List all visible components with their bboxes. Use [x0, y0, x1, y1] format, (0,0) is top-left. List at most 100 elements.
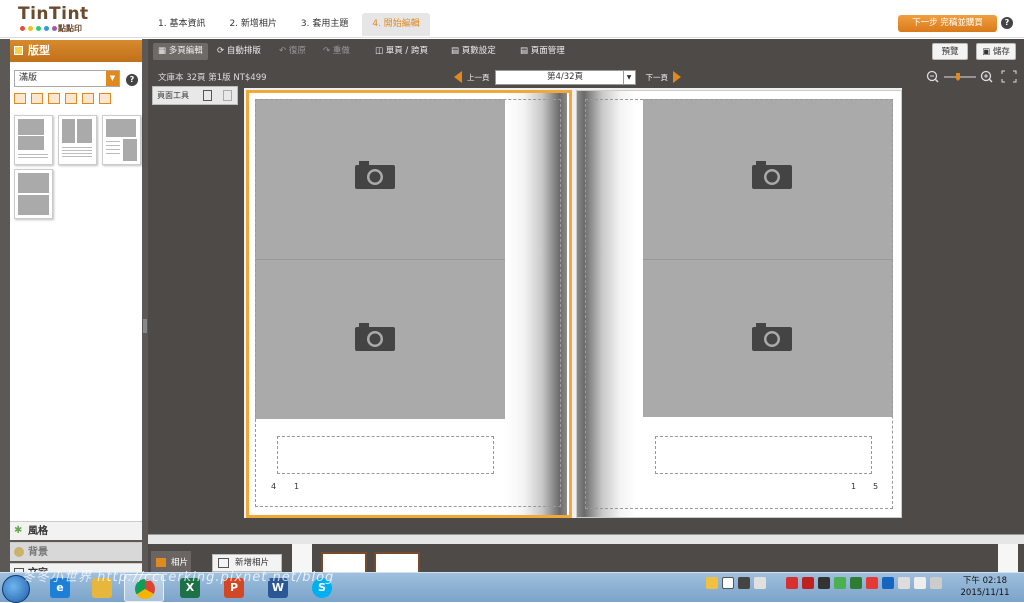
tab-apply-theme[interactable]: 3. 套用主題	[291, 13, 358, 36]
tab-basic-info[interactable]: 1. 基本資訊	[148, 13, 215, 36]
step-tabs: 1. 基本資訊 2. 新增相片 3. 套用主題 4. 開始編輯	[148, 13, 434, 36]
layout-type-select[interactable]: 滿版 ▼	[14, 70, 120, 87]
single-double-page-button[interactable]: ◫ 單頁 / 跨頁	[370, 43, 433, 60]
camera-icon	[355, 323, 395, 351]
accordion-style[interactable]: ✱ 風格	[10, 521, 142, 540]
prev-page-link[interactable]: 上一頁	[467, 72, 490, 83]
tray-app-icon[interactable]	[706, 577, 718, 589]
save-button[interactable]: ▣ 儲存	[976, 43, 1016, 60]
network-icon[interactable]	[898, 577, 910, 589]
tray-app-icon[interactable]	[818, 577, 830, 589]
brand-dots	[20, 26, 57, 31]
page-number: 4	[271, 482, 277, 491]
next-arrow-icon[interactable]	[673, 71, 681, 83]
layout-panel: 版型 滿版 ▼ ?	[10, 39, 142, 521]
page-select[interactable]: 第4/32頁 ▼	[494, 69, 636, 85]
ime-icon[interactable]	[722, 577, 734, 589]
text-box[interactable]	[277, 436, 494, 474]
taskbar-clock[interactable]: 下午 02:18 2015/11/11	[952, 575, 1018, 599]
layout-panel-header[interactable]: 版型	[10, 40, 142, 62]
layout-thumb-1[interactable]	[14, 115, 53, 165]
tray-app-icon[interactable]	[882, 577, 894, 589]
fullscreen-icon	[1001, 70, 1017, 83]
tray-app-icon[interactable]	[754, 577, 766, 589]
camera-icon	[752, 323, 792, 351]
layout-filter-5-icon[interactable]	[82, 93, 94, 104]
page-number: 5	[873, 482, 879, 491]
accordion-background-label: 背景	[28, 547, 48, 558]
style-icon: ✱	[14, 525, 23, 536]
help-icon[interactable]: ?	[1001, 17, 1013, 29]
layout-help-icon[interactable]: ?	[126, 74, 138, 86]
right-page[interactable]: 1 5	[576, 90, 902, 518]
tab-start-editing[interactable]: 4. 開始編輯	[362, 13, 430, 36]
brand-name: TinTint	[18, 4, 89, 24]
zoom-out-icon	[926, 70, 939, 83]
auto-layout-button[interactable]: ⟳ 自動排版	[212, 43, 266, 60]
delete-page-icon[interactable]	[223, 90, 232, 101]
accordion-style-label: 風格	[28, 526, 48, 537]
editor-workspace: 文庫本 32頁 第1版 NT$499 上一頁 第4/32頁 ▼ 下一頁 頁面工具…	[148, 64, 1024, 544]
tray-spacer	[770, 577, 782, 589]
volume-icon[interactable]	[914, 577, 926, 589]
accordion-background[interactable]: 背景	[10, 542, 142, 561]
undo-button[interactable]: ↶ 復原	[274, 43, 311, 60]
prev-arrow-icon[interactable]	[454, 71, 462, 83]
page-select-value: 第4/32頁	[546, 71, 584, 82]
refresh-icon: ⟳	[217, 46, 227, 56]
tray-app-icon[interactable]	[866, 577, 878, 589]
flag-icon[interactable]	[930, 577, 942, 589]
background-icon	[14, 547, 24, 557]
page-tools-label: 頁面工具	[157, 91, 189, 100]
layout-filter-1-icon[interactable]	[14, 93, 26, 104]
layout-filter-2-icon[interactable]	[31, 93, 43, 104]
horizontal-scrollbar[interactable]	[148, 534, 1024, 544]
layout-thumb-3[interactable]	[102, 115, 141, 165]
undo-icon: ↶	[279, 46, 289, 56]
layout-type-value: 滿版	[19, 73, 38, 83]
text-box[interactable]	[655, 436, 872, 474]
chevron-down-icon: ▼	[106, 71, 119, 86]
redo-button[interactable]: ↷ 重做	[318, 43, 355, 60]
layout-thumb-2[interactable]	[58, 115, 97, 165]
tray-app-icon[interactable]	[850, 577, 862, 589]
left-page[interactable]: 4 1	[246, 90, 572, 518]
tray-app-icon[interactable]	[802, 577, 814, 589]
preview-button[interactable]: 預覽	[932, 43, 968, 60]
tray-app-icon[interactable]	[738, 577, 750, 589]
page-settings-button[interactable]: ▤ 頁數設定	[446, 43, 501, 60]
zoom-slider-handle	[956, 73, 960, 81]
tintint-logo[interactable]: TinTint 點點印	[18, 4, 98, 34]
zoom-control[interactable]	[926, 70, 1018, 84]
multi-page-edit-button[interactable]: ▦ 多頁編輯	[153, 43, 208, 60]
page-navigator: 上一頁 第4/32頁 ▼ 下一頁	[454, 69, 681, 85]
redo-icon: ↷	[323, 46, 333, 56]
camera-icon	[752, 161, 792, 189]
brand-subtitle: 點點印	[58, 24, 82, 33]
spread-icon: ◫	[375, 46, 386, 56]
layout-thumb-4[interactable]	[14, 169, 53, 219]
layout-panel-title: 版型	[28, 44, 50, 57]
next-finish-button[interactable]: 下一步 完稿並購買	[898, 15, 997, 32]
clock-date: 2015/11/11	[960, 588, 1010, 598]
layout-filter-6-icon[interactable]	[99, 93, 111, 104]
chevron-down-icon: ▼	[622, 70, 635, 84]
tray-app-icon[interactable]	[834, 577, 846, 589]
page-gutter-shadow	[505, 93, 567, 515]
layout-filter-4-icon[interactable]	[65, 93, 77, 104]
sidebar-resize-handle[interactable]	[143, 319, 147, 333]
page-settings-icon: ▤	[451, 46, 462, 56]
save-icon: ▣	[982, 47, 993, 57]
editor-toolbar: ▦ 多頁編輯 ⟳ 自動排版 ↶ 復原 ↷ 重做 ◫ 單頁 / 跨頁 ▤ 頁數設定…	[148, 39, 1024, 64]
top-bar: TinTint 點點印 1. 基本資訊 2. 新增相片 3. 套用主題 4. 開…	[0, 0, 1024, 38]
page-manage-button[interactable]: ▤ 頁面管理	[515, 43, 570, 60]
copy-page-icon[interactable]	[203, 90, 212, 101]
book-info: 文庫本 32頁 第1版 NT$499	[158, 73, 267, 83]
next-page-link[interactable]: 下一頁	[646, 72, 669, 83]
blog-watermark: 冬冬小世界 http://cccerking.pixnet.net/blog	[22, 570, 335, 585]
layout-sidebar: 版型 滿版 ▼ ? ✱ 風格 背景	[0, 39, 148, 582]
page-tools-panel: 頁面工具	[152, 86, 238, 105]
tab-add-photos[interactable]: 2. 新增相片	[219, 13, 286, 36]
layout-filter-3-icon[interactable]	[48, 93, 60, 104]
tray-app-icon[interactable]	[786, 577, 798, 589]
